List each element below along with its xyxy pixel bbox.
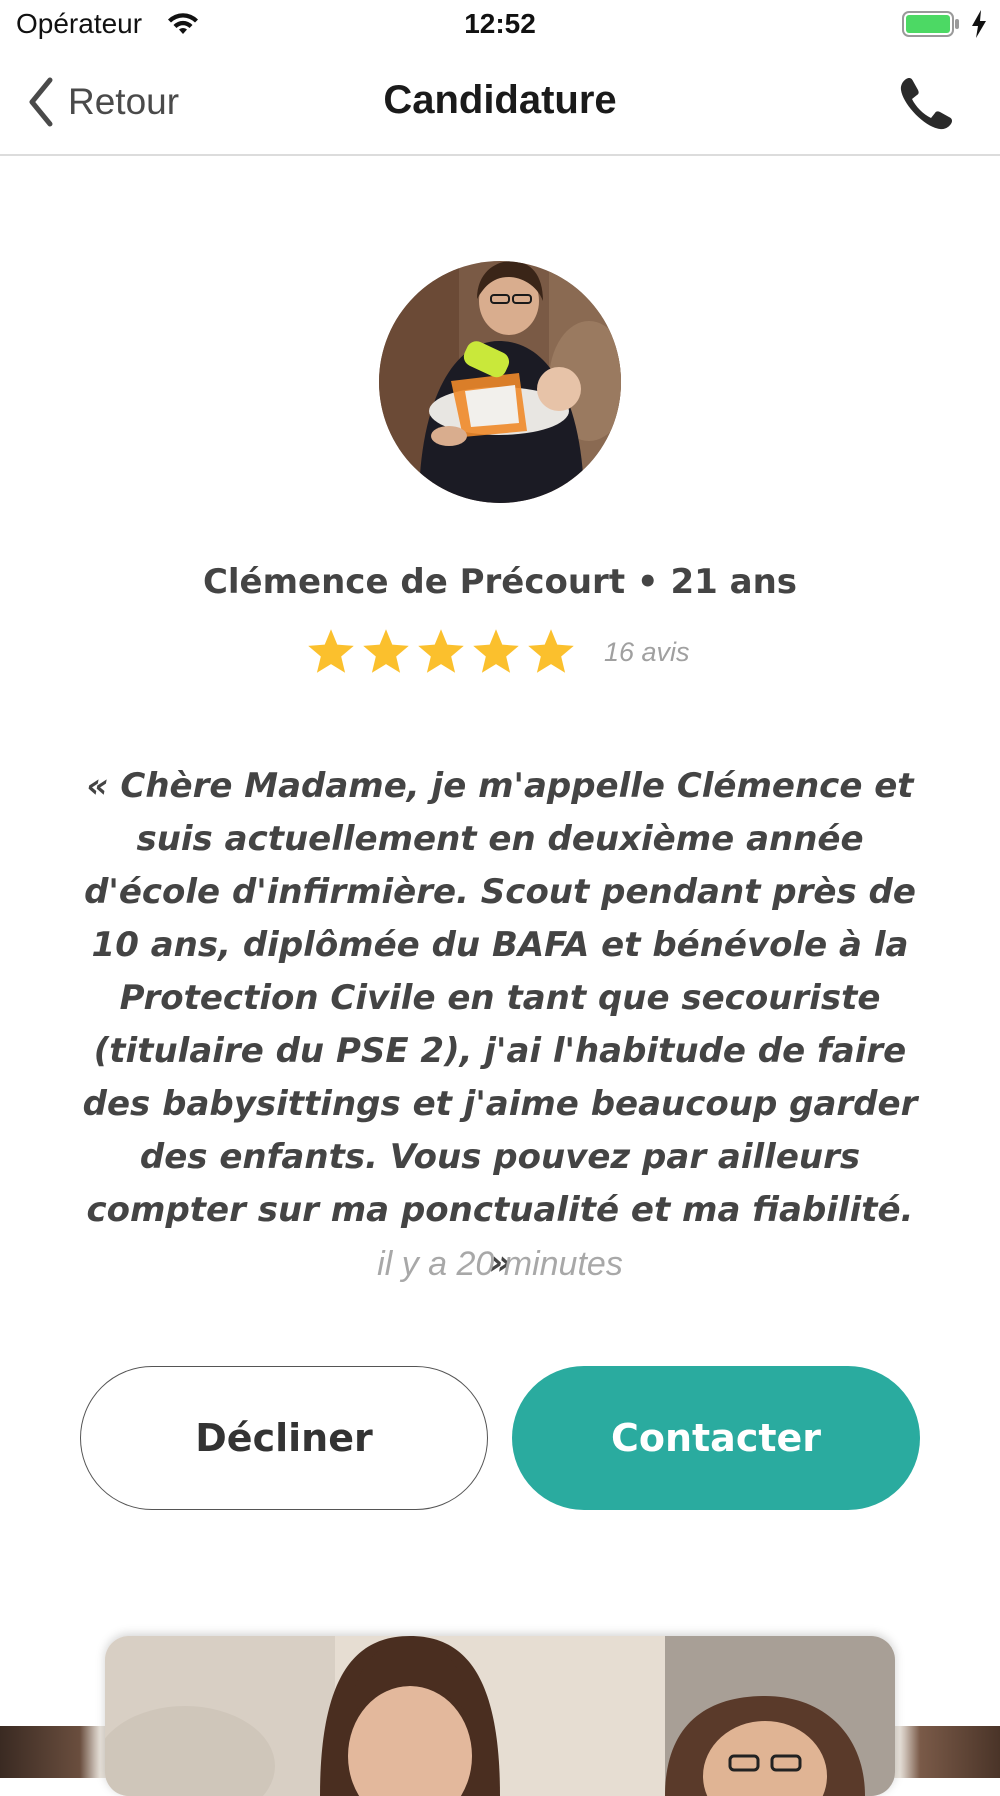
application-timestamp: il y a 20 minutes [377, 1245, 623, 1283]
star-icon [473, 629, 519, 673]
charging-bolt-icon [972, 10, 986, 38]
rating: 16 avis [305, 624, 690, 680]
battery-icon [902, 11, 959, 37]
decline-button[interactable]: Décliner [80, 1366, 488, 1510]
star-icon [418, 629, 464, 673]
status-bar: Opérateur 12:52 [0, 0, 1000, 50]
star-icon [528, 629, 574, 673]
avatar-photo [379, 261, 621, 503]
avatar [379, 261, 621, 503]
star-icon [363, 629, 409, 673]
review-count: 16 avis [604, 636, 690, 667]
contact-button[interactable]: Contacter [512, 1366, 920, 1510]
clock: 12:52 [464, 8, 536, 39]
gallery-photo [105, 1636, 895, 1796]
page-title: Candidature [383, 78, 617, 122]
application-message: « Chère Madame, je m'appelle Clémence et… [82, 766, 918, 1283]
navigation-bar: Retour Candidature [0, 52, 1000, 156]
photo-card[interactable] [105, 1636, 895, 1796]
phone-icon[interactable] [896, 74, 956, 134]
candidate-name-age: Clémence de Précourt • 21 ans [202, 562, 798, 602]
star-icon [308, 629, 354, 673]
